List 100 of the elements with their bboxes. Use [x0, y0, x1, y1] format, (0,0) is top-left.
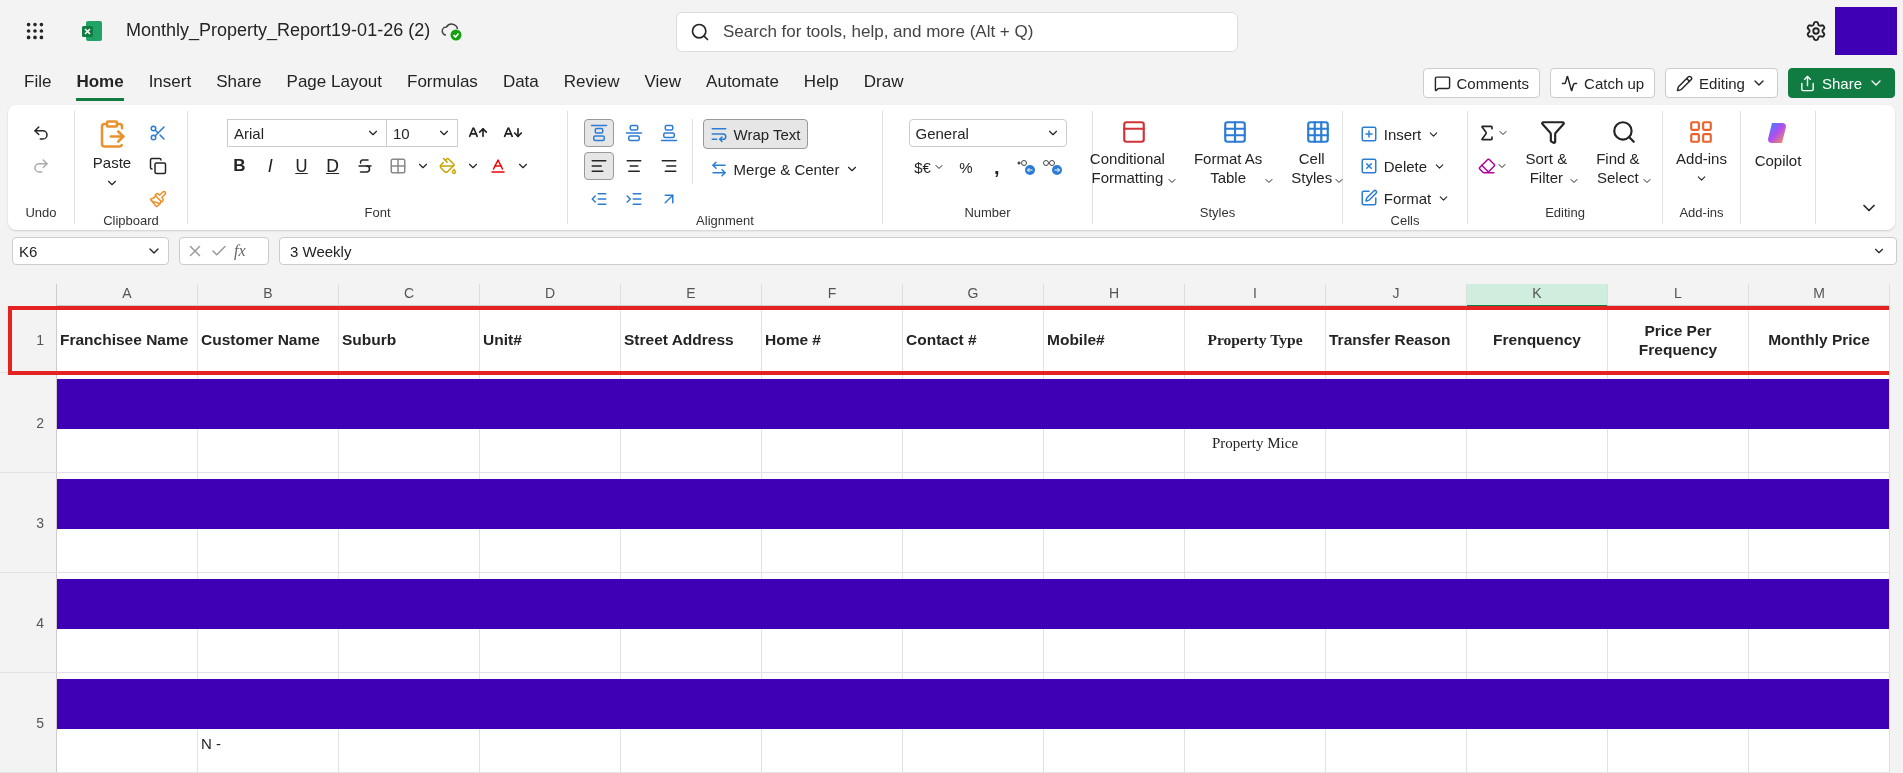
menu-tab[interactable]: View: [644, 65, 682, 101]
styles-button[interactable]: Format As Table: [1189, 119, 1280, 188]
insert-function-button[interactable]: fx: [234, 242, 246, 261]
paint-bucket-icon: [438, 157, 457, 176]
group-label: Styles: [1199, 205, 1236, 221]
spreadsheet-logo-icon: [80, 18, 104, 43]
cells-button[interactable]: Delete: [1352, 151, 1454, 182]
cells-button[interactable]: Insert: [1352, 119, 1448, 150]
editing-button[interactable]: Sort & Filter: [1521, 119, 1585, 188]
column-header[interactable]: I: [1185, 284, 1326, 307]
redo-icon: [32, 157, 50, 176]
column-header[interactable]: B: [198, 284, 339, 307]
editing-button[interactable]: Editing: [1665, 68, 1778, 99]
number-format-dropdown[interactable]: General: [908, 119, 1067, 148]
file-name: Monthly_Property_Report19-01-26 (2): [126, 20, 431, 42]
name-box[interactable]: K6: [12, 237, 169, 266]
align-icon: [589, 124, 608, 143]
cells-button[interactable]: Format: [1352, 183, 1458, 214]
font-style-button[interactable]: D: [318, 152, 347, 181]
x-square-icon: [1359, 157, 1378, 176]
comments-button[interactable]: Comments: [1422, 68, 1541, 99]
menu-tab[interactable]: Help: [803, 65, 839, 101]
menu-tab[interactable]: Share: [216, 65, 262, 101]
menu-tab[interactable]: Data: [502, 65, 539, 101]
menu-tab[interactable]: File: [24, 65, 52, 101]
copilot-button[interactable]: Copilot: [1750, 119, 1806, 171]
vertical-align-button[interactable]: [583, 119, 614, 148]
menu-tab[interactable]: Draw: [863, 65, 904, 101]
pulse-icon: [1561, 74, 1579, 92]
row-header[interactable]: 2: [0, 373, 57, 472]
avatar[interactable]: [1835, 6, 1897, 55]
editing-button[interactable]: Find & Select: [1592, 119, 1657, 188]
styles-button[interactable]: Conditional Formatting: [1085, 119, 1182, 188]
formula-field[interactable]: 3 Weekly: [279, 237, 1897, 266]
header-cell: Frenquency: [1467, 307, 1608, 372]
menu-tab[interactable]: Page Layout: [286, 65, 382, 101]
column-header[interactable]: D: [480, 284, 621, 307]
paintbrush-icon: [149, 190, 168, 209]
font-style-button[interactable]: U: [287, 152, 316, 181]
row-header[interactable]: 3: [0, 473, 57, 572]
pencil-icon: [1676, 74, 1694, 92]
align-icon: [659, 124, 678, 143]
font-style-button[interactable]: B: [225, 152, 254, 181]
group-label: Font: [364, 205, 391, 221]
menu-tab[interactable]: Insert: [148, 65, 192, 101]
column-header[interactable]: F: [762, 284, 903, 307]
group-label: Number: [964, 205, 1011, 221]
group-label: Alignment: [696, 213, 754, 229]
menu-tab[interactable]: Formulas: [407, 65, 478, 101]
font-name-dropdown[interactable]: Arial: [227, 119, 387, 148]
column-header[interactable]: A: [57, 284, 198, 307]
font-style-button[interactable]: I: [256, 152, 285, 181]
settings-icon[interactable]: [1805, 19, 1827, 42]
column-header[interactable]: C: [339, 284, 480, 307]
group-label: Editing: [1545, 205, 1585, 221]
row-header[interactable]: 4: [0, 573, 57, 672]
search-field[interactable]: Search for tools, help, and more (Alt + Q): [676, 12, 1238, 52]
add-ins-button[interactable]: Add-ins: [1672, 119, 1731, 186]
group-label: Clipboard: [103, 213, 159, 229]
font-size-dropdown[interactable]: 10: [386, 119, 458, 148]
comma-button[interactable]: ,: [983, 155, 1010, 179]
row-header[interactable]: 5: [0, 673, 57, 772]
font-color-icon: [488, 157, 507, 176]
increase-decimal-icon[interactable]: [1041, 157, 1064, 178]
share-button[interactable]: Share: [1787, 68, 1895, 99]
table-cell-text: N -: [201, 735, 222, 754]
header-cell: Price Per Frequency: [1608, 307, 1749, 372]
column-header[interactable]: L: [1608, 284, 1749, 307]
merge-center-button[interactable]: Merge & Center: [702, 154, 867, 185]
column-header[interactable]: G: [903, 284, 1044, 307]
header-cell: Suburb: [339, 307, 480, 372]
menu-tab[interactable]: Automate: [706, 65, 779, 101]
menu-tab[interactable]: Home: [76, 65, 124, 101]
header-cell: Unit#: [480, 307, 621, 372]
percent-button[interactable]: %: [952, 158, 979, 176]
header-cell: Mobile#: [1044, 307, 1185, 372]
group-label: Cells: [1390, 213, 1420, 229]
menu-tab[interactable]: Review: [563, 65, 620, 101]
undo-icon: [32, 124, 50, 143]
group-label: Undo: [25, 205, 57, 221]
styles-button[interactable]: Cell Styles: [1287, 119, 1350, 188]
merge-icon: [709, 160, 728, 179]
header-cell: Transfer Reason: [1326, 307, 1467, 372]
search-icon: [1611, 119, 1638, 146]
column-header[interactable]: K: [1467, 284, 1608, 307]
column-header[interactable]: E: [621, 284, 762, 307]
paste-button[interactable]: Paste: [88, 119, 136, 191]
align-icon: [624, 124, 643, 143]
wrap-text-button[interactable]: Wrap Text: [702, 119, 808, 150]
header-cell: Property Type: [1185, 307, 1326, 372]
horizontal-align-button[interactable]: [583, 152, 614, 181]
speech-bubble-icon: [1433, 74, 1451, 92]
share-icon: [1798, 74, 1816, 92]
pen-square-icon: [1359, 189, 1378, 208]
catchup-button[interactable]: Catch up: [1550, 68, 1656, 99]
column-header[interactable]: H: [1044, 284, 1185, 307]
currency-button[interactable]: $€: [911, 152, 948, 183]
conditional-format-icon: [1120, 119, 1147, 146]
header-cell: Street Address: [621, 307, 762, 372]
eraser-icon: [1478, 157, 1497, 176]
